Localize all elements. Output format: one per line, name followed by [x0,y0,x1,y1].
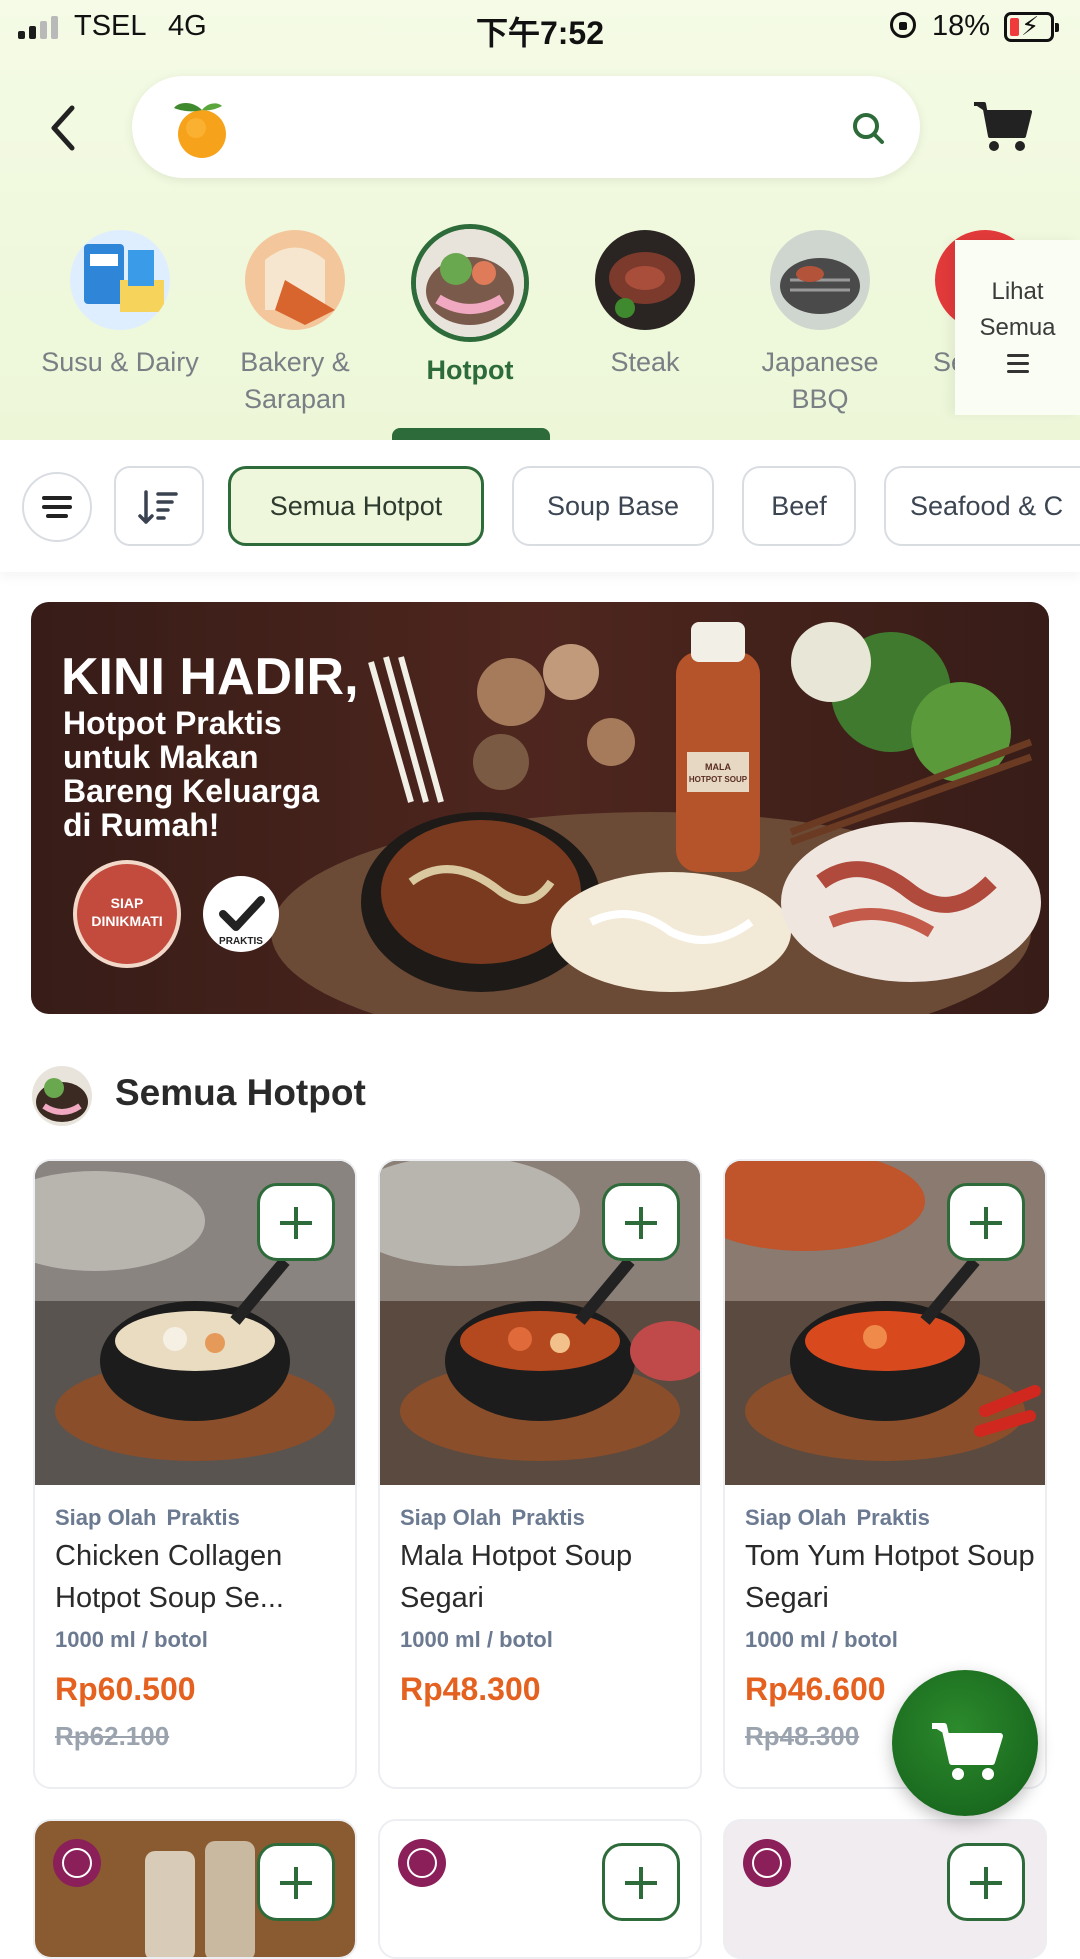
product-card[interactable] [33,1819,357,1959]
product-tags: Siap Olah Praktis [55,1505,250,1531]
bottle-label-2: HOTPOT SOUP [689,775,748,784]
product-old-price: Rp48.300 [745,1721,860,1751]
product-card[interactable]: Siap Olah Praktis Chicken Collagen Hotpot… [33,1159,357,1789]
banner-line-2: untuk Makan [63,739,259,775]
banner-line-3: Bareng Keluarga [63,773,319,809]
chevron-left-icon [51,105,75,151]
category-label: Hotpot [426,355,514,385]
product-card[interactable]: Siap Olah Praktis Mala Hotpot Soup Segari… [378,1159,702,1789]
product-card[interactable] [723,1819,1047,1959]
product-name: Chicken Collagen Hotpot Soup Se... [55,1540,284,1614]
filter-menu-button[interactable] [22,472,92,542]
category-label: Japanese BBQ [761,347,879,414]
banner-headline: KINI HADIR, [61,648,359,706]
tag: Siap Olah [745,1505,847,1530]
badge-siap: SIAP [111,895,144,911]
chip-seafood[interactable]: Seafood & C [884,466,1080,546]
category-label: Susu & Dairy [41,347,199,377]
chip-semua-hotpot[interactable]: Semua Hotpot [228,466,484,546]
search-icon[interactable] [850,110,886,146]
sort-button[interactable] [114,466,204,546]
steak-icon [595,230,695,330]
milk-dairy-icon [70,230,170,330]
promo-banner[interactable]: MALA HOTPOT SOUP KINI HADIR, Hotpot Prak… [31,602,1049,1014]
see-all-label-1: Lihat [991,278,1044,305]
halal-badge-icon [743,1839,791,1887]
shopping-cart-icon [932,1723,1003,1780]
battery-percent: 18% [932,10,991,42]
product-old-price: Rp62.100 [55,1721,170,1751]
section-title: Semua Hotpot [115,1072,366,1113]
chip-soup-base[interactable]: Soup Base [512,466,714,546]
product-price: Rp60.500 [55,1671,196,1707]
status-bar: TSEL 4G 下午7:52 18% ⚡ [0,0,1080,56]
search-bar[interactable] [132,76,920,178]
back-button[interactable] [42,100,86,156]
add-to-cart-button[interactable] [947,1843,1025,1921]
active-category-indicator [392,428,550,440]
product-name: Tom Yum Hotpot Soup Segari [745,1540,1035,1614]
product-unit: 1000 ml / botol [745,1627,898,1652]
product-unit: 1000 ml / botol [400,1627,553,1652]
category-bakery-sarapan[interactable]: Bakery & Sarapan [215,230,375,418]
banner-line-1: Hotpot Praktis [63,705,282,741]
product-unit: 1000 ml / botol [55,1627,208,1652]
banner-line-4: di Rumah! [63,807,219,843]
category-label: Steak [610,347,680,377]
halal-badge-icon [398,1839,446,1887]
floating-cart-button[interactable] [892,1670,1038,1816]
product-price: Rp48.300 [400,1671,541,1707]
rotation-lock-icon [890,12,916,38]
category-label: Bakery & Sarapan [240,347,350,414]
product-tags: Siap Olah Praktis [400,1505,595,1531]
battery-icon: ⚡ [1004,11,1059,42]
see-all-button[interactable]: Lihat Semua [955,240,1080,415]
orange-logo-icon [174,103,226,158]
category-hotpot[interactable]: Hotpot [390,224,550,389]
halal-badge-icon [53,1839,101,1887]
badge-dinikmati: DINIKMATI [91,913,162,929]
shopping-cart-icon [974,102,1032,151]
add-to-cart-button[interactable] [947,1183,1025,1261]
category-susu-dairy[interactable]: Susu & Dairy [40,230,200,381]
see-all-label-2: Semua [979,314,1056,341]
tag: Praktis [511,1505,585,1530]
product-name: Mala Hotpot Soup Segari [400,1540,633,1614]
banner-image: MALA HOTPOT SOUP KINI HADIR, Hotpot Prak… [31,602,1049,1014]
cart-button[interactable] [970,96,1034,156]
tag: Siap Olah [55,1505,157,1530]
product-price: Rp46.600 [745,1671,886,1707]
bread-icon [245,230,345,330]
tag: Praktis [856,1505,930,1530]
chip-beef[interactable]: Beef [742,466,856,546]
add-to-cart-button[interactable] [257,1183,335,1261]
tag: Siap Olah [400,1505,502,1530]
add-to-cart-button[interactable] [257,1843,335,1921]
sort-icon [138,490,178,524]
tag: Praktis [166,1505,240,1530]
list-icon [1006,354,1029,373]
clock: 下午7:52 [475,15,605,51]
product-tags: Siap Olah Praktis [745,1505,940,1531]
hotpot-section-icon [32,1066,92,1126]
product-card[interactable] [378,1819,702,1959]
add-to-cart-button[interactable] [602,1843,680,1921]
grill-icon [770,230,870,330]
badge-praktis: PRAKTIS [219,936,263,947]
bottle-label: MALA [705,762,731,772]
category-japanese-bbq[interactable]: Japanese BBQ [740,230,900,418]
hotpot-icon [411,224,529,342]
add-to-cart-button[interactable] [602,1183,680,1261]
category-steak[interactable]: Steak [565,230,725,381]
filter-icon [42,496,72,518]
